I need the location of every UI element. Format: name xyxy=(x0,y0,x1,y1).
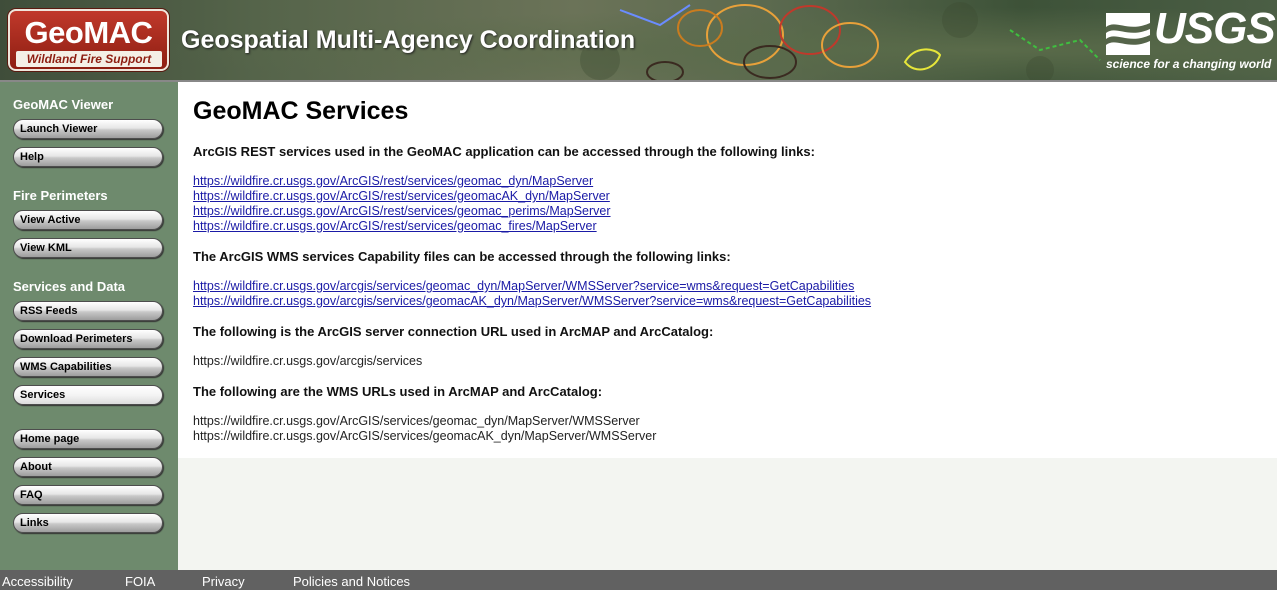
page-title: GeoMAC Services xyxy=(193,97,409,125)
nav-button-view-active[interactable]: View Active xyxy=(13,210,163,230)
main-content: GeoMAC Services ArcGIS REST services use… xyxy=(178,82,1277,458)
site-footer: Accessibility FOIA Privacy Policies and … xyxy=(0,570,1277,590)
nav-button-about[interactable]: About xyxy=(13,457,163,477)
usgs-wordmark: USGS xyxy=(1154,4,1276,53)
logo-subtitle: Wildland Fire Support xyxy=(16,51,162,67)
nav-button-help[interactable]: Help xyxy=(13,147,163,167)
rest-link-geomac-dyn[interactable]: https://wildfire.cr.usgs.gov/ArcGIS/rest… xyxy=(193,174,593,188)
footer-link-privacy[interactable]: Privacy xyxy=(202,574,245,589)
nav-button-wms-capabilities[interactable]: WMS Capabilities xyxy=(13,357,163,377)
server-connection-url: https://wildfire.cr.usgs.gov/arcgis/serv… xyxy=(193,354,423,368)
nav-heading-geomac-viewer: GeoMAC Viewer xyxy=(13,97,114,112)
rest-link-geomac-perims[interactable]: https://wildfire.cr.usgs.gov/ArcGIS/rest… xyxy=(193,204,611,218)
rest-services-intro: ArcGIS REST services used in the GeoMAC … xyxy=(193,144,815,159)
footer-link-policies[interactable]: Policies and Notices xyxy=(293,574,410,589)
wms-url-geomacak-dyn: https://wildfire.cr.usgs.gov/ArcGIS/serv… xyxy=(193,429,657,443)
geomac-logo[interactable]: GeoMAC Wildland Fire Support xyxy=(8,9,169,71)
logo-title: GeoMAC xyxy=(24,15,153,50)
usgs-tagline: science for a changing world xyxy=(1106,57,1272,71)
nav-button-services[interactable]: Services xyxy=(13,385,163,405)
site-header: GeoMAC Wildland Fire Support Geospatial … xyxy=(0,0,1277,82)
nav-button-rss-feeds[interactable]: RSS Feeds xyxy=(13,301,163,321)
rest-link-geomacak-dyn[interactable]: https://wildfire.cr.usgs.gov/ArcGIS/rest… xyxy=(193,189,610,203)
nav-button-faq[interactable]: FAQ xyxy=(13,485,163,505)
nav-button-links[interactable]: Links xyxy=(13,513,163,533)
nav-button-home-page[interactable]: Home page xyxy=(13,429,163,449)
footer-link-accessibility[interactable]: Accessibility xyxy=(2,574,73,589)
nav-button-view-kml[interactable]: View KML xyxy=(13,238,163,258)
wms-url-geomac-dyn: https://wildfire.cr.usgs.gov/ArcGIS/serv… xyxy=(193,414,640,428)
nav-button-download-perimeters[interactable]: Download Perimeters xyxy=(13,329,163,349)
wms-capabilities-link-geomac-dyn[interactable]: https://wildfire.cr.usgs.gov/arcgis/serv… xyxy=(193,279,854,293)
sidebar-nav: GeoMAC Viewer Launch Viewer Help Fire Pe… xyxy=(0,82,178,570)
server-connection-intro: The following is the ArcGIS server conne… xyxy=(193,324,714,339)
wms-capabilities-link-geomacak-dyn[interactable]: https://wildfire.cr.usgs.gov/arcgis/serv… xyxy=(193,294,871,308)
nav-button-launch-viewer[interactable]: Launch Viewer xyxy=(13,119,163,139)
usgs-wave-icon xyxy=(1106,13,1150,55)
wms-capabilities-intro: The ArcGIS WMS services Capability files… xyxy=(193,249,731,264)
footer-link-foia[interactable]: FOIA xyxy=(125,574,155,589)
nav-heading-fire-perimeters: Fire Perimeters xyxy=(13,188,108,203)
nav-heading-services-and-data: Services and Data xyxy=(13,279,126,294)
site-title: Geospatial Multi-Agency Coordination xyxy=(181,26,636,54)
rest-link-geomac-fires[interactable]: https://wildfire.cr.usgs.gov/ArcGIS/rest… xyxy=(193,219,597,233)
wms-urls-intro: The following are the WMS URLs used in A… xyxy=(193,384,603,399)
usgs-logo[interactable]: USGS science for a changing world xyxy=(1106,4,1276,74)
